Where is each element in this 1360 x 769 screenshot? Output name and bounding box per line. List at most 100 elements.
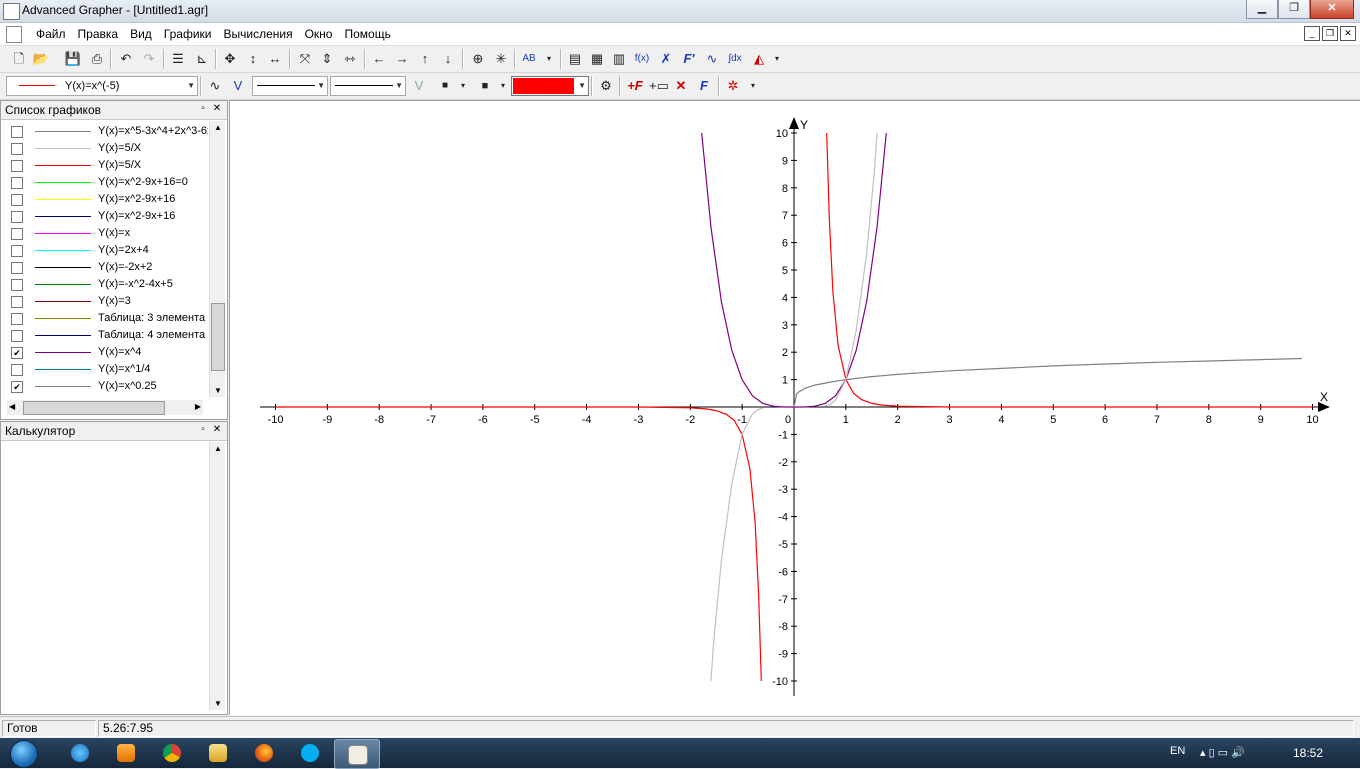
table-icon[interactable]: ▥ — [610, 50, 628, 68]
graph-list-item[interactable]: Y(x)=-x^2-4x+5 — [1, 276, 207, 293]
graph-visibility-checkbox[interactable]: ✔ — [11, 347, 23, 359]
graph-properties-icon[interactable]: ⚙ — [597, 77, 615, 95]
taskbar-skype[interactable] — [288, 739, 332, 767]
area-icon[interactable]: ◭ — [750, 50, 768, 68]
intersection-icon[interactable]: ✗ — [657, 50, 675, 68]
graph-visibility-checkbox[interactable] — [11, 143, 23, 155]
taskbar-firefox[interactable] — [242, 739, 286, 767]
document-icon[interactable] — [6, 26, 22, 43]
taskbar-ie[interactable] — [58, 739, 102, 767]
panel-restore-icon[interactable]: ▫ — [197, 424, 209, 436]
line-width-select[interactable]: ▼ — [330, 76, 406, 96]
marker-icon[interactable]: ■ — [436, 77, 454, 95]
graph-list-item[interactable]: Y(x)=5/X — [1, 157, 207, 174]
graph-list-item[interactable]: Y(x)=x^2-9x+16 — [1, 191, 207, 208]
graph-visibility-checkbox[interactable] — [11, 177, 23, 189]
graph-list-item[interactable]: Y(x)=x^1/4 — [1, 361, 207, 378]
graph-list-hscroll[interactable]: ◀ ▶ — [7, 400, 203, 415]
menu-edit[interactable]: Правка — [72, 27, 125, 41]
restore-button[interactable]: ❐ — [1278, 0, 1310, 19]
toolbar2-more-icon[interactable]: ▾ — [744, 77, 762, 95]
graph-visibility-checkbox[interactable] — [11, 160, 23, 172]
move-vertical-icon[interactable]: ↕ — [244, 50, 262, 68]
clock[interactable]: 18:52 — [1293, 746, 1323, 760]
menu-graphs[interactable]: Графики — [158, 27, 218, 41]
derivative-icon[interactable]: F' — [680, 50, 698, 68]
evaluate-icon[interactable]: f(x) — [633, 50, 651, 68]
add-table-icon[interactable]: +▭ — [649, 77, 669, 95]
graph-visibility-checkbox[interactable] — [11, 296, 23, 308]
graph-list-item[interactable]: Y(x)=x — [1, 225, 207, 242]
graph-visibility-checkbox[interactable] — [11, 313, 23, 325]
fill-icon[interactable]: ■ — [476, 77, 494, 95]
graph-list-item[interactable]: Y(x)=x^2-9x+16 — [1, 208, 207, 225]
graph-canvas[interactable]: XY-10 -9 -8 -7 -6 -5 -4 -3 -2 -1 0 1 2 3 4 5 6 7 8 9 10-10-9… — [230, 101, 1360, 715]
mdi-restore-button[interactable]: ❐ — [1322, 26, 1338, 41]
taskbar-media-player[interactable] — [104, 739, 148, 767]
arrow-right-icon[interactable]: → — [393, 50, 411, 68]
axes-icon[interactable]: ⊾ — [193, 50, 211, 68]
graph-list-item[interactable]: Y(x)=5/X — [1, 140, 207, 157]
language-indicator[interactable]: EN — [1170, 745, 1185, 757]
print-icon[interactable]: ⎙ — [88, 50, 106, 68]
graph-list-vscroll[interactable]: ▲ ▼ — [209, 121, 225, 397]
graph-visibility-checkbox[interactable]: ✔ — [11, 381, 23, 393]
calculator-icon[interactable]: ▦ — [588, 50, 606, 68]
graph-list-item[interactable]: Y(x)=-2x+2 — [1, 259, 207, 276]
new-file-icon[interactable]: 🗋 — [10, 50, 28, 68]
graph-list-icon[interactable]: ☰ — [169, 50, 187, 68]
plot-area[interactable]: X Y -10 -9 -8 -7 -6 -5 -4 -3 -2 -1 0 1 2 3 4 5 6 7 8 9 10 -10 -9… — [229, 100, 1360, 715]
line-style-select[interactable]: ▼ — [252, 76, 328, 96]
zoom-in-icon[interactable]: ⤧ — [296, 50, 314, 68]
graph-list-item[interactable]: Y(x)=x^2-9x+16=0 — [1, 174, 207, 191]
menu-window[interactable]: Окно — [299, 27, 339, 41]
v-shape-icon[interactable]: V — [229, 77, 247, 95]
current-graph-select[interactable]: Y(x)=x^(-5) ▼ — [6, 76, 198, 96]
panel-close-icon[interactable]: ✕ — [211, 103, 223, 115]
graph-list-item[interactable]: Y(x)=3 — [1, 293, 207, 310]
panel-restore-icon[interactable]: ▫ — [197, 103, 209, 115]
menu-file[interactable]: Файл — [30, 27, 72, 41]
tray-icons[interactable]: ▴ ▯ ▭ 🔊 — [1200, 746, 1245, 759]
v-style-icon[interactable]: V — [410, 77, 428, 95]
taskbar-advanced-grapher[interactable] — [334, 739, 380, 769]
graph-visibility-checkbox[interactable] — [11, 330, 23, 342]
graph-visibility-checkbox[interactable] — [11, 211, 23, 223]
redo-icon[interactable]: ↷ — [140, 50, 158, 68]
fill-dropdown-icon[interactable]: ▾ — [494, 77, 512, 95]
minimize-button[interactable]: ▁ — [1246, 0, 1278, 19]
graph-list-item[interactable]: Таблица: 3 элемента — [1, 310, 207, 327]
move-horizontal-icon[interactable]: ↔ — [266, 50, 284, 68]
zoom-vertical-icon[interactable]: ⇕ — [318, 50, 336, 68]
graph-list-item[interactable]: ✔ Y(x)=x^4 — [1, 344, 207, 361]
menu-calculations[interactable]: Вычисления — [217, 27, 298, 41]
graph-list-item[interactable]: Y(x)=x^5-3x^4+2x^3-6x — [1, 123, 208, 140]
tangent-icon[interactable]: ∿ — [703, 50, 721, 68]
open-folder-icon[interactable]: 📂 — [32, 50, 50, 68]
mdi-minimize-button[interactable]: _ — [1304, 26, 1320, 41]
graph-visibility-checkbox[interactable] — [11, 245, 23, 257]
zoom-horizontal-icon[interactable]: ⇿ — [341, 50, 359, 68]
curve-icon[interactable]: ∿ — [206, 77, 224, 95]
fit-icon[interactable]: ✳ — [492, 50, 510, 68]
start-button[interactable] — [4, 738, 44, 768]
move-icon[interactable]: ✥ — [221, 50, 239, 68]
labels-icon[interactable]: AB — [520, 50, 538, 68]
graph-visibility-checkbox[interactable] — [11, 364, 23, 376]
undo-icon[interactable]: ↶ — [117, 50, 135, 68]
add-graph-icon[interactable]: +F — [626, 77, 644, 95]
graph-visibility-checkbox[interactable] — [11, 279, 23, 291]
menu-help[interactable]: Помощь — [338, 27, 396, 41]
taskbar-chrome[interactable] — [150, 739, 194, 767]
mdi-close-button[interactable]: ✕ — [1340, 26, 1356, 41]
arrow-left-icon[interactable]: ← — [370, 50, 388, 68]
delete-graph-icon[interactable]: ✕ — [672, 77, 690, 95]
toolbar-more-icon[interactable]: ▾ — [768, 50, 786, 68]
close-button[interactable]: ✕ — [1310, 0, 1354, 19]
taskbar-explorer[interactable] — [196, 739, 240, 767]
calculator-vscroll[interactable]: ▲ ▼ — [209, 442, 225, 710]
graph-visibility-checkbox[interactable] — [11, 262, 23, 274]
graph-visibility-checkbox[interactable] — [11, 228, 23, 240]
center-icon[interactable]: ⊕ — [469, 50, 487, 68]
color-select[interactable]: ▼ — [511, 76, 589, 96]
